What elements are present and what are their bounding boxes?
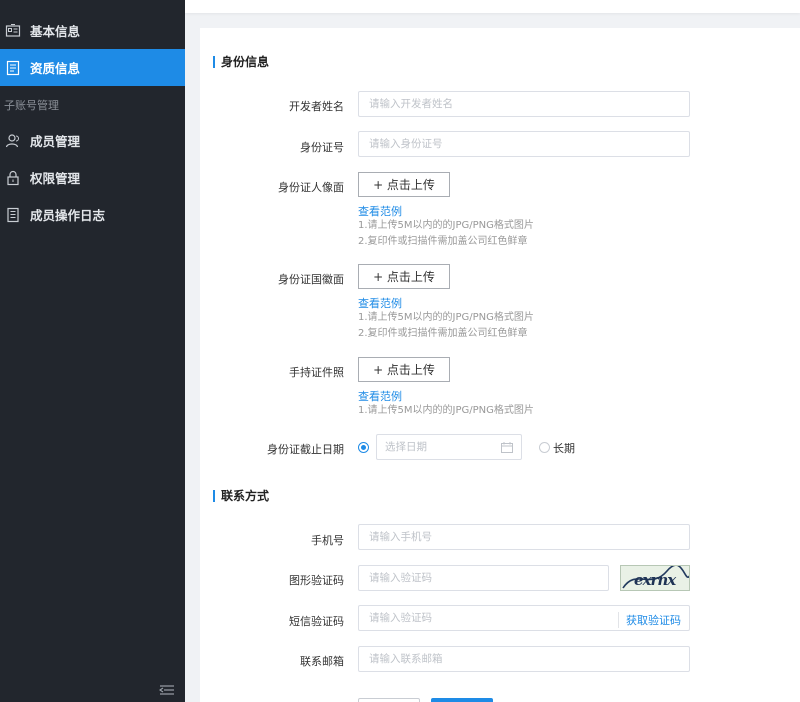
- upload-hint-size: 1.请上传5M以内的的JPG/PNG格式图片: [358, 220, 534, 231]
- sidebar-item-label: 权限管理: [30, 171, 81, 186]
- id-back-example-link[interactable]: 查看范例: [358, 295, 402, 311]
- expiry-date-picker[interactable]: [376, 434, 522, 460]
- top-header: [185, 0, 800, 13]
- developer-name-input[interactable]: [369, 98, 689, 110]
- sidebar-item-label: 成员操作日志: [30, 208, 106, 223]
- cancel-button[interactable]: [358, 698, 420, 702]
- id-front-example-link[interactable]: 查看范例: [358, 203, 402, 219]
- id-number-input[interactable]: [369, 138, 689, 150]
- captcha-text: exrnx: [634, 571, 677, 589]
- upload-hint-seal: 2.复印件或扫描件需加盖公司红色鲜章: [358, 328, 528, 339]
- section-title-identity: 身份信息: [213, 56, 269, 68]
- sidebar-item-label: 成员管理: [30, 134, 81, 149]
- sidebar-item-qualification-info[interactable]: 资质信息: [0, 49, 185, 86]
- calendar-icon: [501, 442, 513, 453]
- section-title-contact: 联系方式: [213, 490, 269, 502]
- captcha-noise: exrnx: [622, 566, 689, 589]
- sidebar-item-members[interactable]: 成员管理: [0, 122, 185, 159]
- sms-code-field: 获取验证码: [358, 605, 690, 631]
- sidebar-group-subaccount: 子账号管理: [4, 99, 59, 112]
- handheld-photo-upload-button[interactable]: + 点击上传: [358, 357, 450, 382]
- id-back-label: 身份证国徽面: [278, 273, 344, 286]
- menu-collapse-icon[interactable]: [159, 684, 175, 696]
- qualification-form: 身份信息 开发者姓名 身份证号 身份证人像面 + 点击上传 查看范例 1.请上传…: [200, 28, 800, 702]
- upload-hint-size: 1.请上传5M以内的的JPG/PNG格式图片: [358, 405, 534, 416]
- id-expiry-label: 身份证截止日期: [267, 443, 344, 456]
- captcha-image[interactable]: exrnx: [620, 565, 690, 591]
- captcha-input[interactable]: [369, 572, 608, 584]
- phone-label: 手机号: [311, 534, 344, 547]
- handheld-photo-label: 手持证件照: [289, 366, 344, 379]
- upload-hint-size: 1.请上传5M以内的的JPG/PNG格式图片: [358, 312, 534, 323]
- captcha-label: 图形验证码: [289, 574, 344, 587]
- sidebar-item-permissions[interactable]: 权限管理: [0, 159, 185, 196]
- get-sms-code-button[interactable]: 获取验证码: [618, 612, 681, 628]
- developer-name-label: 开发者姓名: [289, 100, 344, 113]
- sidebar-item-label: 基本信息: [30, 24, 81, 39]
- sidebar: 基本信息 资质信息 子账号管理 成员管理 权限管理 成员操作日志: [0, 0, 185, 702]
- id-number-label: 身份证号: [300, 141, 344, 154]
- id-front-upload-button[interactable]: + 点击上传: [358, 172, 450, 197]
- sms-code-label: 短信验证码: [289, 615, 344, 628]
- phone-field: [358, 524, 690, 550]
- handheld-photo-example-link[interactable]: 查看范例: [358, 388, 402, 404]
- email-input[interactable]: [369, 653, 689, 665]
- id-number-field: [358, 131, 690, 157]
- id-card-icon: [5, 23, 21, 37]
- email-label: 联系邮箱: [300, 655, 344, 668]
- expiry-date-radio[interactable]: [358, 442, 369, 453]
- id-back-upload-button[interactable]: + 点击上传: [358, 264, 450, 289]
- email-field: [358, 646, 690, 672]
- phone-input[interactable]: [369, 531, 689, 543]
- expiry-date-input[interactable]: [385, 441, 495, 453]
- developer-name-field: [358, 91, 690, 117]
- longterm-label: 长期: [553, 442, 575, 455]
- captcha-field: [358, 565, 609, 591]
- document-icon: [6, 60, 20, 75]
- upload-hint-seal: 2.复印件或扫描件需加盖公司红色鲜章: [358, 236, 528, 247]
- longterm-radio[interactable]: [539, 442, 550, 453]
- sidebar-item-member-logs[interactable]: 成员操作日志: [0, 196, 185, 233]
- users-icon: [5, 133, 19, 147]
- lock-icon: [7, 170, 19, 185]
- id-front-label: 身份证人像面: [278, 181, 344, 194]
- log-icon: [7, 207, 19, 222]
- submit-button[interactable]: [431, 698, 493, 702]
- sms-code-input[interactable]: [369, 612, 609, 624]
- sidebar-item-label: 资质信息: [30, 61, 81, 76]
- sidebar-item-basic-info[interactable]: 基本信息: [0, 12, 185, 49]
